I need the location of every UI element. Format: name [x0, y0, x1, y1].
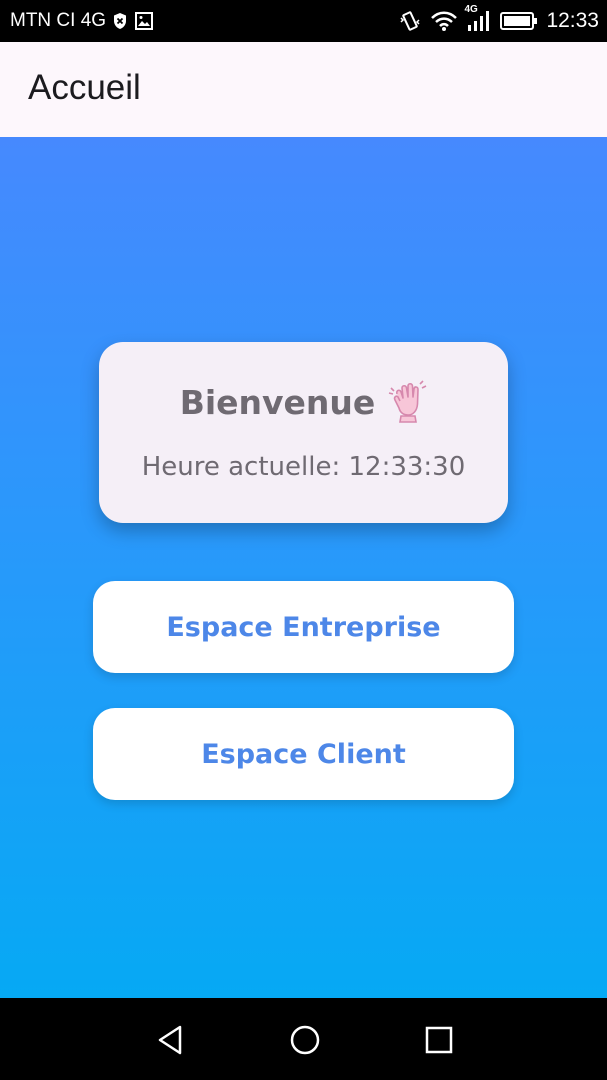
- espace-client-button[interactable]: Espace Client: [93, 708, 514, 800]
- network-type-badge: 4G: [464, 4, 478, 15]
- current-time-label: Heure actuelle: 12:33:30: [141, 452, 466, 482]
- page-title: Accueil: [28, 68, 141, 107]
- status-time: 12:33: [546, 9, 599, 32]
- status-left: MTN CI 4G: [10, 10, 154, 32]
- espace-entreprise-button[interactable]: Espace Entreprise: [93, 581, 514, 673]
- vibrate-icon: [398, 9, 422, 33]
- wifi-icon: [430, 10, 458, 32]
- carrier-label: MTN CI 4G: [10, 10, 107, 31]
- main-content: Bienvenue Heure actuelle: 12:33:30 Espac…: [0, 137, 607, 998]
- navigation-bar: [0, 998, 607, 1080]
- image-icon: [134, 11, 154, 31]
- back-icon[interactable]: [148, 1018, 192, 1062]
- status-right: 4G 12:33: [398, 4, 599, 33]
- welcome-heading: Bienvenue: [99, 380, 508, 424]
- status-bar: MTN CI 4G 4G 12:33: [0, 0, 607, 42]
- shield-icon: [112, 12, 128, 30]
- recent-apps-icon[interactable]: [417, 1018, 461, 1062]
- app-bar: Accueil: [0, 42, 607, 137]
- screen: MTN CI 4G 4G 12:33 Accueil Bienvenue Heu…: [0, 0, 607, 1080]
- welcome-card: Bienvenue Heure actuelle: 12:33:30: [99, 342, 508, 523]
- welcome-title-text: Bienvenue: [179, 382, 376, 422]
- waving-hand-icon: [387, 380, 427, 424]
- battery-icon: [500, 11, 538, 31]
- signal-icon: 4G: [464, 4, 492, 32]
- home-icon[interactable]: [283, 1018, 327, 1062]
